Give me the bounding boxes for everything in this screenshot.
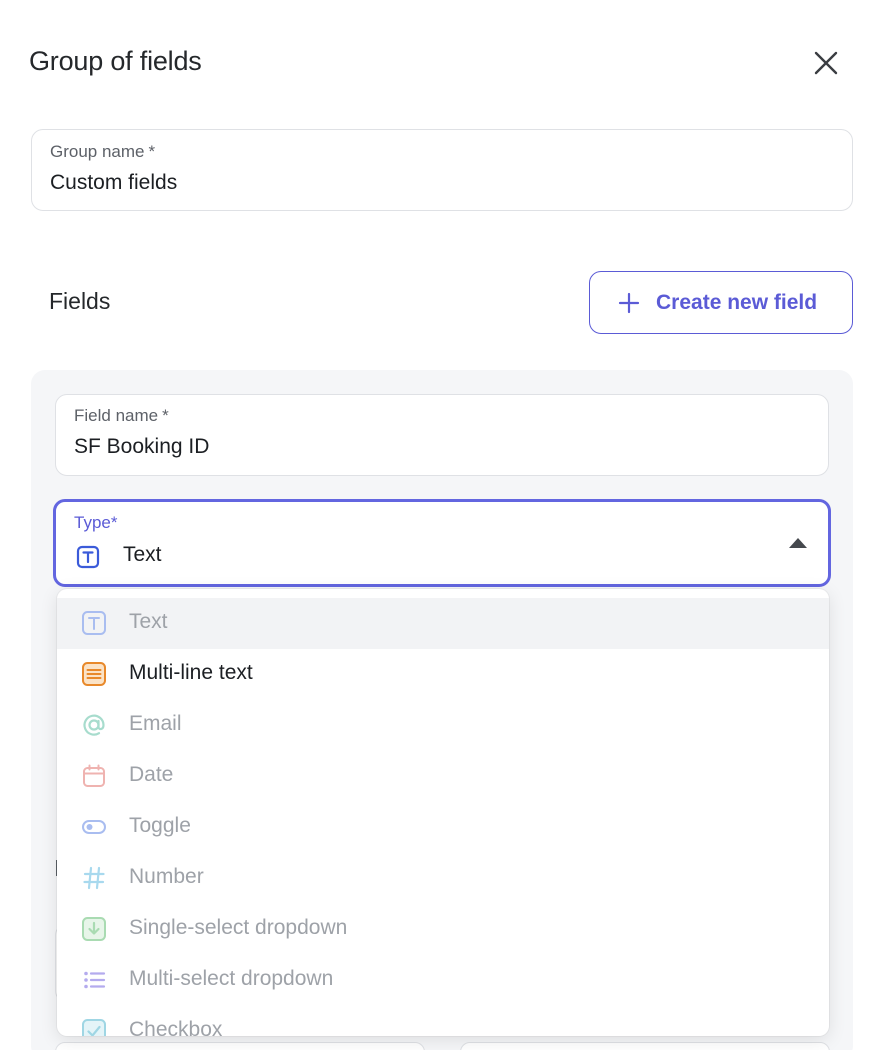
create-new-field-button[interactable]: Create new field bbox=[589, 271, 853, 334]
type-option-label: Multi-select dropdown bbox=[129, 967, 334, 990]
type-option-label: Multi-line text bbox=[129, 661, 253, 684]
field-name-field[interactable]: Field name * SF Booking ID bbox=[55, 394, 829, 476]
list-icon bbox=[84, 971, 106, 989]
calendar-icon bbox=[83, 764, 105, 787]
hidden-input-bottom-left bbox=[55, 1042, 425, 1050]
field-name-value[interactable]: SF Booking ID bbox=[74, 435, 209, 459]
type-option-single-select[interactable]: Single-select dropdown bbox=[57, 904, 829, 955]
group-name-value[interactable]: Custom fields bbox=[50, 171, 177, 195]
text-type-icon bbox=[82, 611, 106, 635]
type-dropdown-menu: Text Multi-line text Email Date Toggle N… bbox=[57, 589, 829, 1036]
hash-icon bbox=[83, 866, 105, 890]
text-type-icon bbox=[76, 545, 100, 569]
type-option-label: Number bbox=[129, 865, 204, 888]
type-option-multi-select[interactable]: Multi-select dropdown bbox=[57, 955, 829, 1006]
multiline-text-icon bbox=[82, 662, 106, 686]
hidden-input-bottom-right bbox=[460, 1042, 830, 1050]
type-option-label: Date bbox=[129, 763, 174, 786]
fields-heading: Fields bbox=[49, 288, 111, 314]
type-option-label: Email bbox=[129, 712, 182, 735]
close-icon bbox=[814, 51, 838, 75]
toggle-icon bbox=[82, 820, 106, 834]
type-option-multiline-text[interactable]: Multi-line text bbox=[57, 649, 829, 700]
single-select-icon bbox=[82, 917, 106, 941]
checkbox-icon bbox=[82, 1019, 106, 1036]
page-title: Group of fields bbox=[29, 46, 202, 76]
type-option-label: Single-select dropdown bbox=[129, 916, 348, 939]
at-sign-icon bbox=[83, 714, 105, 736]
type-value: Text bbox=[123, 543, 162, 566]
field-name-label: Field name * bbox=[74, 406, 169, 425]
type-option-checkbox[interactable]: Checkbox bbox=[57, 1006, 829, 1036]
type-option-text[interactable]: Text bbox=[57, 598, 829, 649]
close-button[interactable] bbox=[808, 45, 844, 81]
create-new-field-label: Create new field bbox=[656, 290, 818, 314]
group-name-field[interactable]: Group name * Custom fields bbox=[31, 129, 853, 211]
type-select[interactable]: Type* Text bbox=[53, 499, 831, 587]
group-name-label: Group name * bbox=[50, 142, 156, 161]
type-option-toggle[interactable]: Toggle bbox=[57, 802, 829, 853]
type-label: Type* bbox=[74, 513, 118, 532]
type-option-date[interactable]: Date bbox=[57, 751, 829, 802]
type-option-label: Checkbox bbox=[129, 1018, 223, 1036]
plus-icon bbox=[618, 292, 640, 313]
type-option-email[interactable]: Email bbox=[57, 700, 829, 751]
type-option-number[interactable]: Number bbox=[57, 853, 829, 904]
type-option-label: Toggle bbox=[129, 814, 191, 837]
type-option-label: Text bbox=[129, 610, 168, 633]
caret-up-icon[interactable] bbox=[789, 538, 807, 548]
